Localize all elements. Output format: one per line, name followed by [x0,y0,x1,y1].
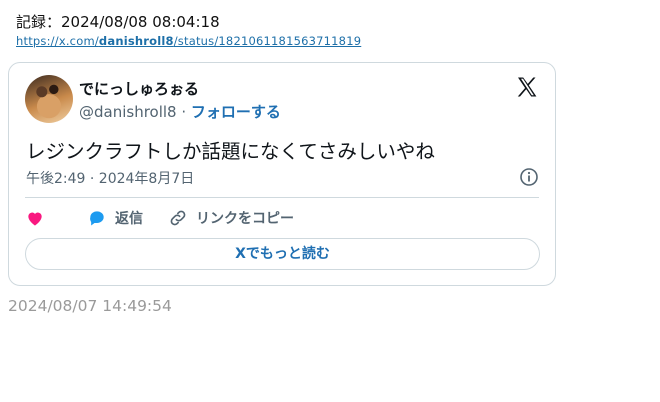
x-logo-icon[interactable] [515,75,539,99]
tweet-text: レジンクラフトしか話題になくてさみしいやね [26,140,435,163]
read-more-on-x-button[interactable]: Xでもっと読む [25,238,540,270]
follow-link[interactable]: フォローする [191,103,281,121]
handle-line: @danishroll8 · フォローする [79,101,281,122]
tweet-url-link[interactable]: https://x.com/danishroll8/status/1821061… [16,34,361,48]
url-suffix: /status/1821061181563711819 [173,34,362,48]
reply-bubble-icon [90,211,104,226]
copy-link-label: リンクをコピー [196,211,294,227]
display-name[interactable]: でにっしゅろぉる [79,78,199,99]
record-line: 記録：2024/08/08 08:04:18 [16,11,220,32]
tweet-timestamp[interactable]: 午後2:49 · 2024年8月7日 [26,168,194,188]
record-label: 記録： [16,13,62,31]
handle-separator: · [176,103,191,121]
reply-button[interactable]: 返信 [87,207,143,229]
avatar[interactable] [25,75,73,123]
like-button[interactable] [25,207,45,229]
embedded-tweet-card: でにっしゅろぉる @danishroll8 · フォローする レジンクラフトしか… [8,62,556,286]
link-icon [170,210,186,226]
heart-icon [28,212,42,226]
divider [25,197,539,198]
copy-link-button[interactable]: リンクをコピー [168,207,294,229]
record-datetime: 2024/08/08 08:04:18 [61,13,220,31]
footer-date: 2024/08/07 14:49:54 [8,297,172,315]
url-prefix: https://x.com/ [16,34,99,48]
url-user: danishroll8 [98,34,174,48]
handle[interactable]: @danishroll8 [79,103,177,121]
reply-label: 返信 [115,211,143,227]
info-icon[interactable] [519,167,539,187]
